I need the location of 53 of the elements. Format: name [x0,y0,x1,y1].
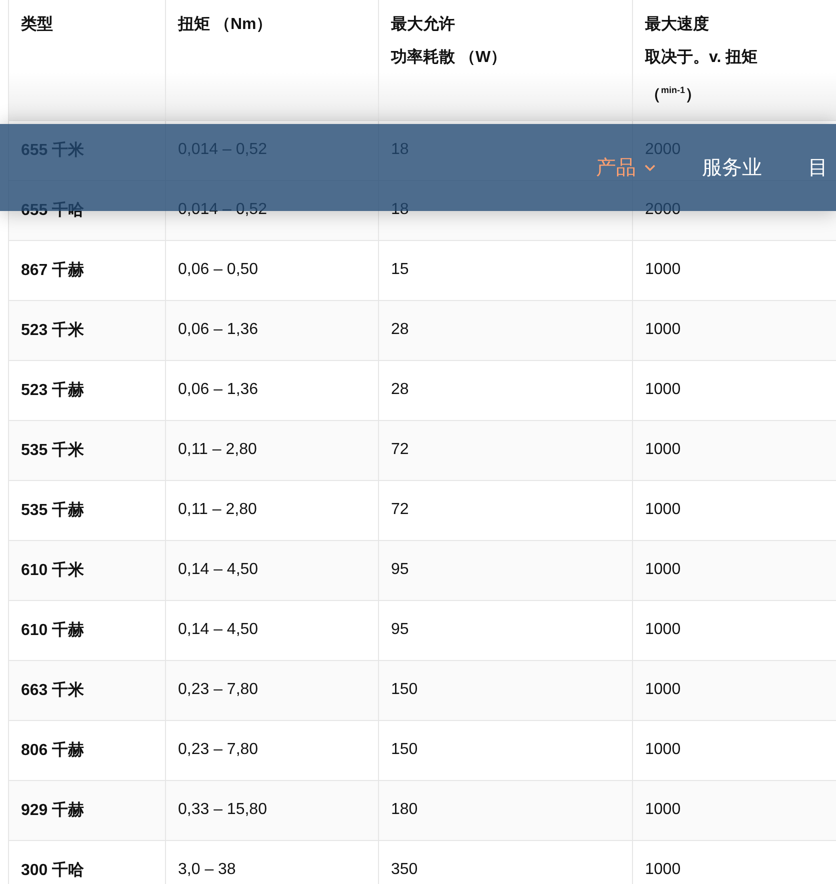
column-header: 扭矩 （Nm） [178,14,272,35]
table-cell: 1000 [632,720,836,780]
table-cell: 1000 [632,540,836,600]
table-cell: 1000 [632,780,836,840]
table-cell: 95 [378,600,632,660]
table-cell: 1000 [632,600,836,660]
table-cell: 0,23 – 7,80 [166,720,378,780]
table-cell: 72 [378,420,632,480]
table-cell: 0,33 – 15,80 [166,780,378,840]
column-header: 类型 [21,14,53,35]
table-cell: 72 [378,480,632,540]
table-cell: 0,11 – 2,80 [166,480,378,540]
table-cell: 15 [378,240,632,300]
table-cell: 535 千赫 [8,480,166,540]
table-cell: 150 [378,720,632,780]
table-cell: 1000 [632,420,836,480]
table-cell: 0,23 – 7,80 [166,660,378,720]
column-subheader: 取决于。v. 扭矩 [645,48,758,68]
table-cell: 0,06 – 0,50 [166,240,378,300]
nav-link[interactable]: 目 [808,154,828,181]
table-cell: 0,06 – 1,36 [166,300,378,360]
column-header: 最大允许 [391,14,455,35]
table-cell: 180 [378,780,632,840]
table-cell: 150 [378,660,632,720]
table-cell: 929 千赫 [8,780,166,840]
table-cell: 1000 [632,300,836,360]
unit-label: （$^{min-1}$） [645,84,702,106]
table-cell: 867 千赫 [8,240,166,300]
table-cell: 610 千赫 [8,600,166,660]
column-subheader: 功率耗散 （W） [391,47,507,68]
column-header: 最大速度 [645,14,709,35]
table-cell: 0,14 – 4,50 [166,540,378,600]
table-cell: 663 千米 [8,660,166,720]
table-cell: 806 千赫 [8,720,166,780]
nav-link[interactable]: 服务业 [702,154,762,181]
table-cell: 95 [378,540,632,600]
table-cell: 350 [378,840,632,884]
table-cell: 0,14 – 4,50 [166,600,378,660]
table-cell: 523 千米 [8,300,166,360]
table-cell: 1000 [632,360,836,420]
table-cell: 1000 [632,660,836,720]
table-cell: 535 千米 [8,420,166,480]
table-cell: 3,0 – 38 [166,840,378,884]
table-cell: 0,11 – 2,80 [166,420,378,480]
table-cell: 1000 [632,240,836,300]
table-cell: 610 千米 [8,540,166,600]
table-cell: 0,06 – 1,36 [166,360,378,420]
table-cell: 1000 [632,480,836,540]
table-cell: 523 千赫 [8,360,166,420]
table-cell: 1000 [632,840,836,884]
table-cell: 300 千哈 [8,840,166,884]
table-cell: 28 [378,360,632,420]
table-cell: 28 [378,300,632,360]
